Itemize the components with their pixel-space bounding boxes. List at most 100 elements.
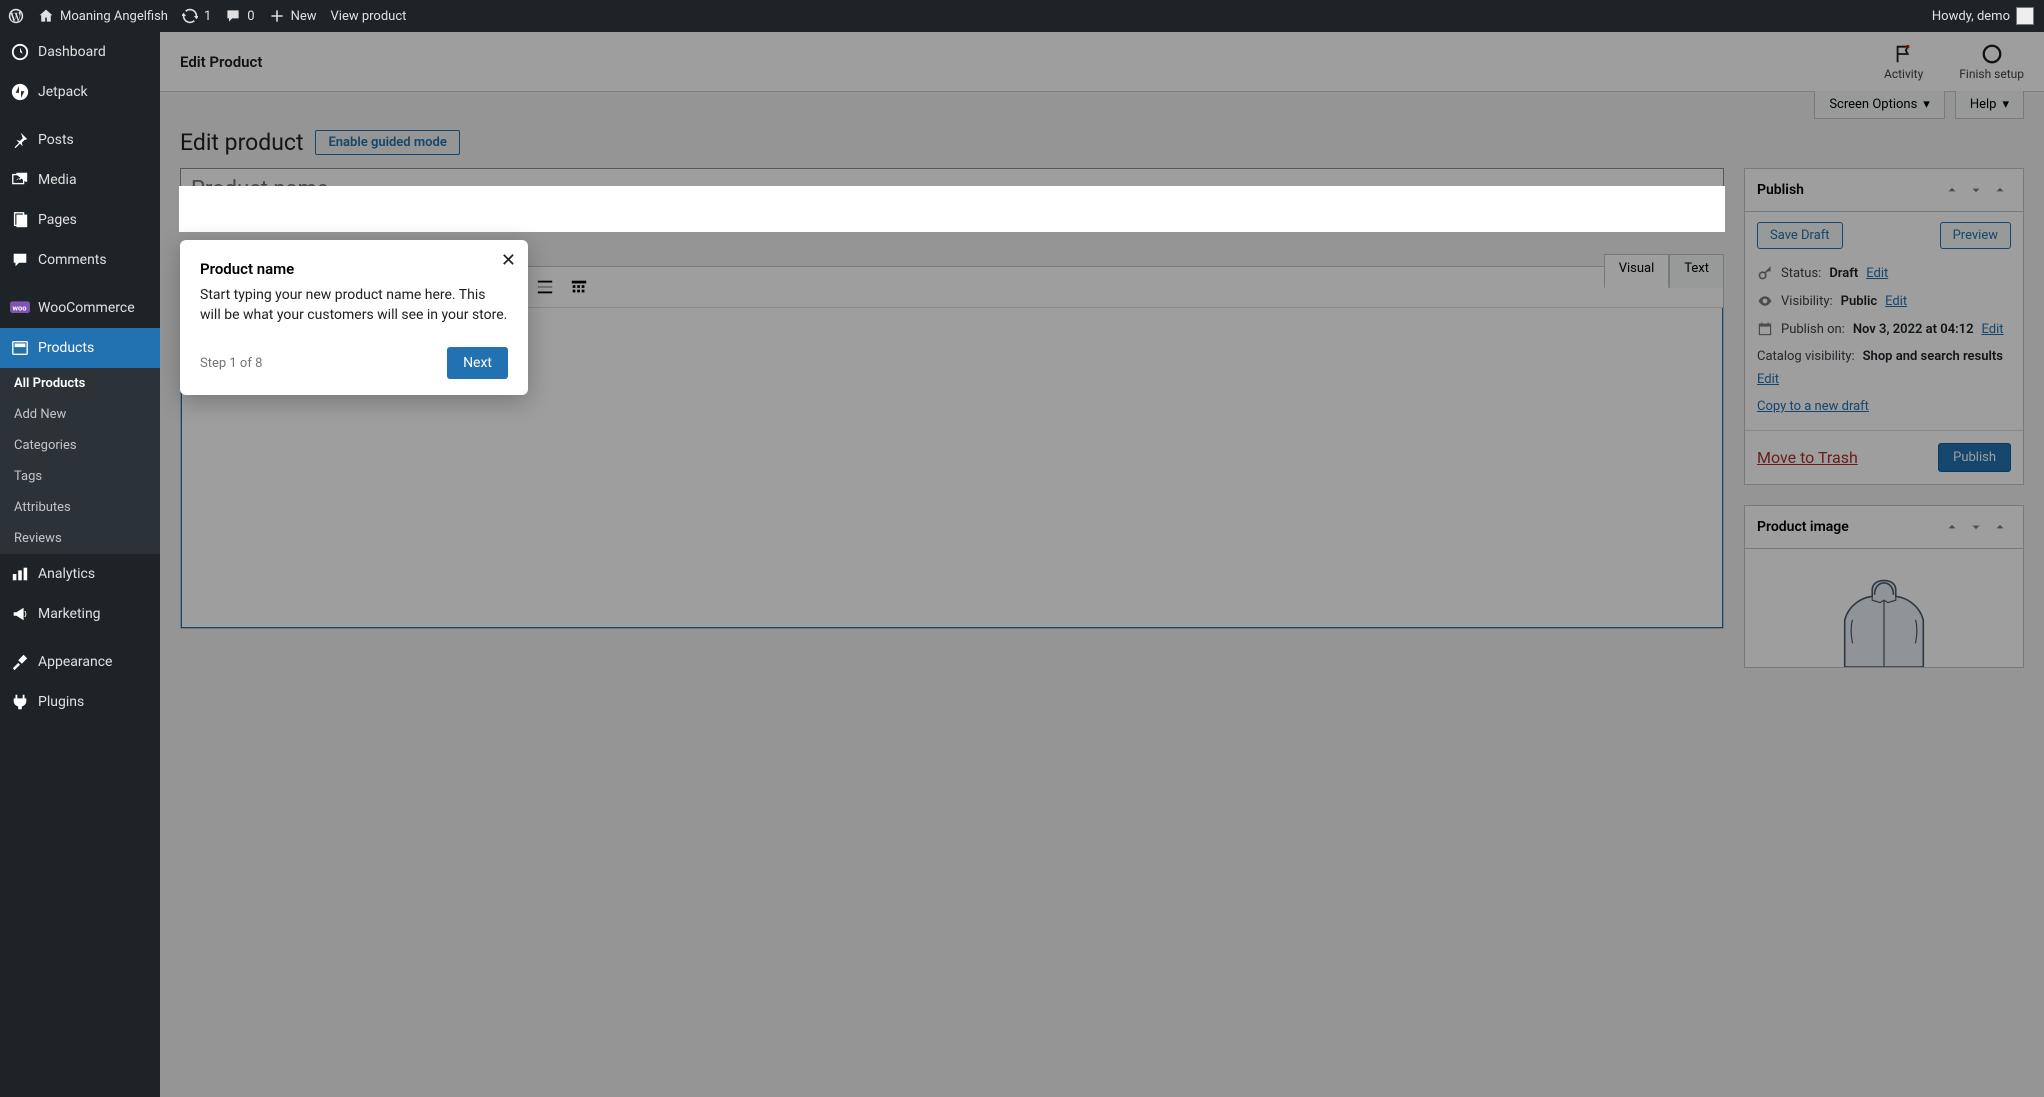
site-name[interactable]: Moaning Angelfish: [38, 8, 168, 24]
comment-icon: [225, 8, 241, 24]
sidebar-label: Appearance: [38, 654, 112, 670]
product-image-metabox: Product image: [1744, 505, 2024, 668]
sidebar-item-marketing[interactable]: Marketing: [0, 594, 160, 634]
submenu-categories[interactable]: Categories: [0, 430, 160, 461]
update-icon: [182, 8, 198, 24]
submenu-add-new[interactable]: Add New: [0, 399, 160, 430]
sidebar-label: Dashboard: [38, 44, 106, 60]
edit-date-link[interactable]: Edit: [1982, 322, 2004, 337]
account[interactable]: Howdy, demo: [1932, 7, 2034, 25]
move-down-icon[interactable]: [1965, 179, 1987, 201]
preview-button[interactable]: Preview: [1940, 222, 2011, 249]
comments-icon: [10, 250, 30, 270]
finish-setup-button[interactable]: Finish setup: [1959, 43, 2024, 81]
flag-icon: [1893, 43, 1915, 65]
wp-logo[interactable]: [8, 8, 24, 24]
sidebar-item-analytics[interactable]: Analytics: [0, 554, 160, 594]
sidebar-item-woocommerce[interactable]: woo WooCommerce: [0, 288, 160, 328]
submenu-tags[interactable]: Tags: [0, 461, 160, 492]
publish-title: Publish: [1757, 182, 1804, 198]
product-image-title: Product image: [1757, 519, 1849, 535]
sidebar-label: Analytics: [38, 566, 95, 582]
sidebar-item-pages[interactable]: Pages: [0, 200, 160, 240]
pin-icon: [10, 130, 30, 150]
product-image-thumbnail[interactable]: [1745, 549, 2023, 667]
tab-visual[interactable]: Visual: [1604, 254, 1670, 288]
sidebar-label: Media: [38, 172, 77, 188]
sidebar-item-posts[interactable]: Posts: [0, 120, 160, 160]
admin-sidebar: Dashboard Jetpack Posts Media Pages Comm…: [0, 32, 160, 1097]
tooltip-step: Step 1 of 8: [200, 356, 262, 371]
guided-tooltip: ✕ Product name Start typing your new pro…: [180, 240, 528, 395]
edit-catalog-link[interactable]: Edit: [1757, 372, 1779, 387]
sidebar-item-appearance[interactable]: Appearance: [0, 642, 160, 682]
product-name-input[interactable]: [180, 168, 1724, 210]
help-tab[interactable]: Help▾: [1955, 91, 2024, 119]
move-up-icon[interactable]: [1941, 179, 1963, 201]
sidebar-label: WooCommerce: [38, 300, 135, 316]
home-icon: [38, 8, 54, 24]
finish-label: Finish setup: [1959, 67, 2024, 81]
sidebar-item-dashboard[interactable]: Dashboard: [0, 32, 160, 72]
collapse-icon[interactable]: [1989, 179, 2011, 201]
site-name-label: Moaning Angelfish: [60, 9, 168, 24]
submenu-all-products[interactable]: All Products: [0, 368, 160, 399]
products-icon: [10, 338, 30, 358]
sidebar-item-products[interactable]: Products: [0, 328, 160, 368]
sidebar-item-jetpack[interactable]: Jetpack: [0, 72, 160, 112]
sidebar-label: Posts: [38, 132, 74, 148]
tooltip-title: Product name: [200, 260, 508, 278]
page-icon: [10, 210, 30, 230]
chevron-down-icon: ▾: [1923, 97, 1930, 112]
tab-text[interactable]: Text: [1669, 254, 1724, 288]
toolbar-toggle-button[interactable]: [563, 271, 595, 303]
next-button[interactable]: Next: [447, 347, 508, 379]
sidebar-label: Jetpack: [38, 84, 88, 100]
key-icon: [1757, 265, 1773, 281]
jetpack-icon: [10, 82, 30, 102]
page-heading: Edit product: [180, 129, 303, 156]
sidebar-item-comments[interactable]: Comments: [0, 240, 160, 280]
sidebar-item-plugins[interactable]: Plugins: [0, 682, 160, 722]
edit-visibility-link[interactable]: Edit: [1885, 294, 1907, 309]
close-button[interactable]: ✕: [501, 250, 516, 271]
copy-draft-link[interactable]: Copy to a new draft: [1757, 399, 1869, 414]
collapse-icon[interactable]: [1989, 516, 2011, 538]
submenu-attributes[interactable]: Attributes: [0, 492, 160, 523]
chevron-down-icon: ▾: [2002, 97, 2009, 112]
avatar: [2016, 7, 2034, 25]
move-up-icon[interactable]: [1941, 516, 1963, 538]
circle-icon: [1981, 43, 2003, 65]
analytics-icon: [10, 564, 30, 584]
activity-button[interactable]: Activity: [1884, 43, 1923, 81]
sidebar-label: Pages: [38, 212, 77, 228]
edit-status-link[interactable]: Edit: [1866, 266, 1888, 281]
insert-more-button[interactable]: [529, 271, 561, 303]
screen-options-tab[interactable]: Screen Options▾: [1814, 91, 1945, 119]
sidebar-item-media[interactable]: Media: [0, 160, 160, 200]
new-label: New: [291, 9, 317, 24]
guided-mode-button[interactable]: Enable guided mode: [315, 130, 459, 155]
move-trash-link[interactable]: Move to Trash: [1757, 448, 1858, 467]
submenu-reviews[interactable]: Reviews: [0, 523, 160, 554]
products-submenu: All Products Add New Categories Tags Att…: [0, 368, 160, 554]
updates[interactable]: 1: [182, 8, 211, 24]
updates-count: 1: [204, 9, 211, 24]
publish-button[interactable]: Publish: [1938, 443, 2011, 472]
comments-bubble[interactable]: 0: [225, 8, 254, 24]
woo-icon: woo: [10, 298, 30, 318]
wc-header: Edit Product Activity Finish setup: [160, 32, 2044, 92]
eye-icon: [1757, 293, 1773, 309]
plugins-icon: [10, 692, 30, 712]
content-area: Edit Product Activity Finish setup Scree…: [160, 32, 2044, 1097]
calendar-icon: [1757, 321, 1773, 337]
view-product-link[interactable]: View product: [331, 9, 407, 24]
move-down-icon[interactable]: [1965, 516, 1987, 538]
howdy-label: Howdy, demo: [1932, 9, 2010, 24]
marketing-icon: [10, 604, 30, 624]
dashboard-icon: [10, 42, 30, 62]
sidebar-label: Plugins: [38, 694, 84, 710]
new-content[interactable]: New: [269, 8, 317, 24]
save-draft-button[interactable]: Save Draft: [1757, 222, 1843, 249]
media-icon: [10, 170, 30, 190]
